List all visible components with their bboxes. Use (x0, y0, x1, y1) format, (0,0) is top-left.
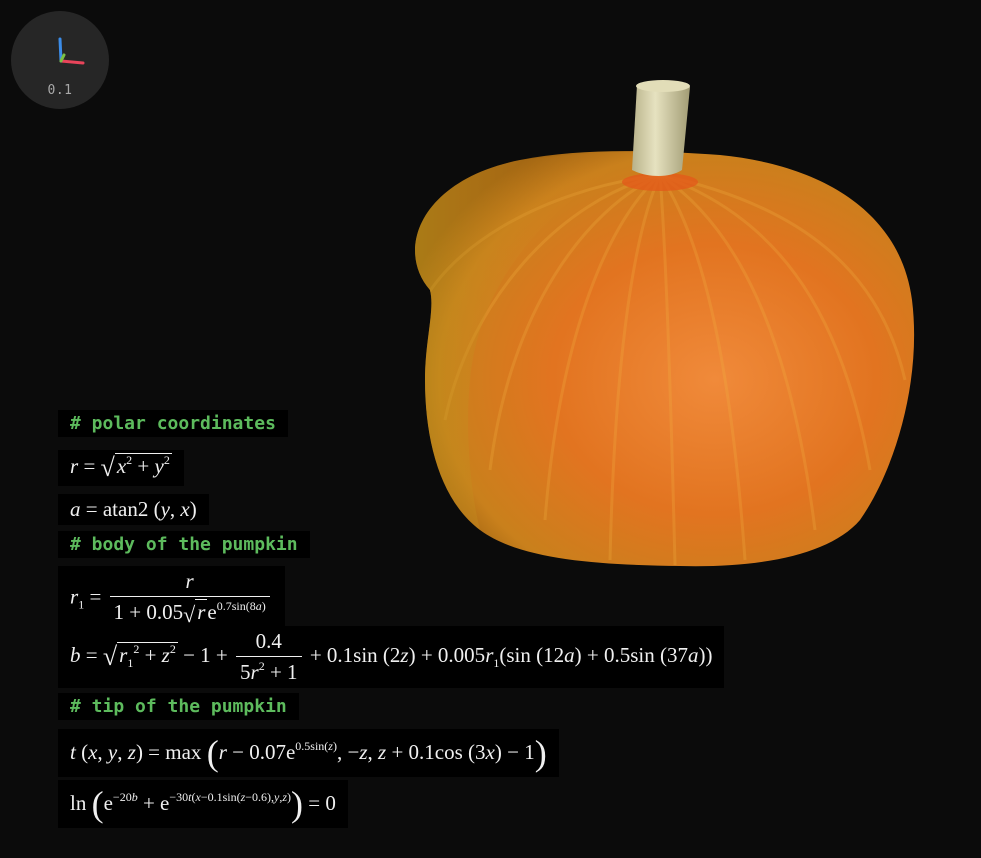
equation-t: t (x, y, z) = max (r − 0.07e0.5sin(z), −… (58, 729, 559, 777)
comment-tip: # tip of the pumpkin (58, 693, 299, 720)
equation-r1: r1 = r 1 + 0.05√re0.7sin(8a) (58, 566, 285, 631)
comment-polar: # polar coordinates (58, 410, 288, 437)
equation-a: a = atan2 (y, x) (58, 494, 209, 525)
pumpkin-body (415, 151, 915, 567)
equation-r: r = √x2 + y2 (58, 450, 184, 486)
pumpkin-stem (632, 80, 690, 176)
equation-b: b = √r12 + z2 − 1 + 0.4 5r2 + 1 + 0.1sin … (58, 626, 725, 688)
comment-body: # body of the pumpkin (58, 531, 310, 558)
equation-final: ln (e−20b + e−30t(x−0.1sin(z−0.6),y,z)) … (58, 780, 348, 828)
